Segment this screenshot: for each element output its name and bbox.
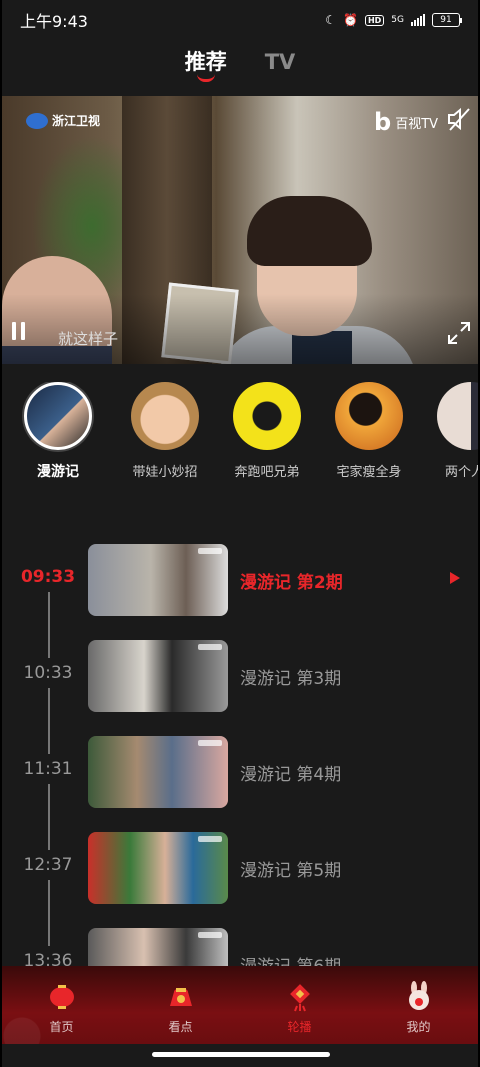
nav-item-home[interactable]: 首页 <box>2 966 121 1044</box>
alarm-icon: ⏰ <box>343 13 358 27</box>
channel-name: 两个人的 <box>444 465 478 480</box>
brand-mark: b <box>374 108 392 136</box>
nav-item-highlights[interactable]: 看点 <box>121 966 240 1044</box>
lucky-bag-icon <box>169 988 192 1006</box>
channel-avatar <box>131 382 199 450</box>
nav-label: 首页 <box>49 1020 74 1034</box>
channel-item[interactable]: 奔跑吧兄弟 <box>216 382 318 492</box>
channel-item[interactable]: 宅家瘦全身 <box>318 382 420 492</box>
schedule-title: 漫游记 第5期 <box>240 861 342 881</box>
status-icons: ☾ ⏰ HD 5G 91 <box>325 13 462 27</box>
channel-item[interactable]: 两个人的 <box>420 382 478 492</box>
top-tabs: 推荐 TV <box>2 44 478 92</box>
channel-logo-text: 浙江卫视 <box>52 114 101 128</box>
schedule-list: 09:33 漫游记 第2期 10:33 漫游记 第3期 11:31 漫游记 第4… <box>2 536 478 966</box>
channel-logo-icon <box>26 112 48 129</box>
nav-item-carousel[interactable]: 轮播 <box>240 966 359 1044</box>
schedule-item[interactable]: 09:33 漫游记 第2期 <box>2 540 478 616</box>
schedule-time: 10:33 <box>2 658 94 688</box>
nav-label: 轮播 <box>287 1020 312 1034</box>
chinese-knot-icon <box>289 984 310 1012</box>
schedule-thumbnail <box>88 832 228 904</box>
nav-label: 看点 <box>168 1020 193 1034</box>
status-bar: 上午9:43 ☾ ⏰ HD 5G 91 <box>2 0 478 40</box>
tab-tv[interactable]: TV <box>265 44 296 84</box>
lantern-icon <box>49 985 74 1009</box>
channel-item[interactable]: 漫游记 <box>2 382 114 492</box>
nav-label: 我的 <box>406 1020 431 1034</box>
mute-icon[interactable] <box>446 106 472 132</box>
tab-recommend[interactable]: 推荐 <box>185 44 227 84</box>
signal-icon <box>411 14 425 26</box>
bottom-nav: 首页 看点 轮播 我的 <box>2 966 478 1044</box>
status-time: 上午9:43 <box>20 12 88 31</box>
schedule-item[interactable]: 11:31 漫游记 第4期 <box>2 732 478 808</box>
battery-icon: 91 <box>432 13 462 27</box>
video-player[interactable]: 浙江卫视 b 百视TV 就这样子 <box>2 96 478 364</box>
channel-logo: 浙江卫视 <box>26 112 100 129</box>
channel-avatar <box>335 382 403 450</box>
schedule-time: 12:37 <box>2 850 94 880</box>
pause-icon[interactable] <box>12 322 32 342</box>
moon-icon: ☾ <box>325 13 336 27</box>
schedule-title: 漫游记 第2期 <box>240 573 343 593</box>
video-subtitle: 就这样子 <box>58 330 119 348</box>
network-label: 5G <box>391 15 404 25</box>
battery-level: 91 <box>440 15 452 25</box>
app-root: 上午9:43 ☾ ⏰ HD 5G 91 推荐 TV 浙江卫视 b 百视TV 就这… <box>2 0 478 1067</box>
channel-avatar <box>437 382 478 450</box>
brand-text: 百视TV <box>395 116 439 132</box>
channel-list: 漫游记 带娃小妙招 奔跑吧兄弟 宅家瘦全身 两个人的 <box>2 382 478 492</box>
schedule-title: 漫游记 第4期 <box>240 765 342 785</box>
schedule-time: 13:36 <box>2 946 94 966</box>
brand-logo: b 百视TV <box>374 108 438 136</box>
home-indicator[interactable] <box>152 1052 330 1057</box>
channel-name: 漫游记 <box>37 464 79 480</box>
active-tab-indicator <box>196 74 215 82</box>
schedule-item[interactable]: 13:36 漫游记 第6期 <box>2 924 478 966</box>
channel-avatar <box>233 382 301 450</box>
schedule-time: 11:31 <box>2 754 94 784</box>
schedule-thumbnail <box>88 736 228 808</box>
schedule-item[interactable]: 10:33 漫游记 第3期 <box>2 636 478 712</box>
schedule-item[interactable]: 12:37 漫游记 第5期 <box>2 828 478 904</box>
fullscreen-icon[interactable] <box>446 320 472 346</box>
schedule-title: 漫游记 第3期 <box>240 669 342 689</box>
play-icon[interactable] <box>450 572 460 584</box>
nav-item-profile[interactable]: 我的 <box>359 966 478 1044</box>
video-scene-hair <box>247 196 372 266</box>
channel-name: 带娃小妙招 <box>132 465 198 480</box>
channel-item[interactable]: 带娃小妙招 <box>114 382 216 492</box>
hd-icon: HD <box>364 14 385 26</box>
tab-tv-label: TV <box>264 50 296 74</box>
channel-avatar <box>24 382 92 450</box>
schedule-thumbnail <box>88 544 228 616</box>
schedule-thumbnail <box>88 640 228 712</box>
tab-recommend-label: 推荐 <box>184 50 227 74</box>
schedule-time: 09:33 <box>2 562 94 592</box>
channel-name: 宅家瘦全身 <box>336 465 402 480</box>
channel-name: 奔跑吧兄弟 <box>234 465 300 480</box>
rabbit-icon <box>408 981 429 1010</box>
schedule-title: 漫游记 第6期 <box>240 952 341 966</box>
schedule-thumbnail <box>88 928 228 966</box>
